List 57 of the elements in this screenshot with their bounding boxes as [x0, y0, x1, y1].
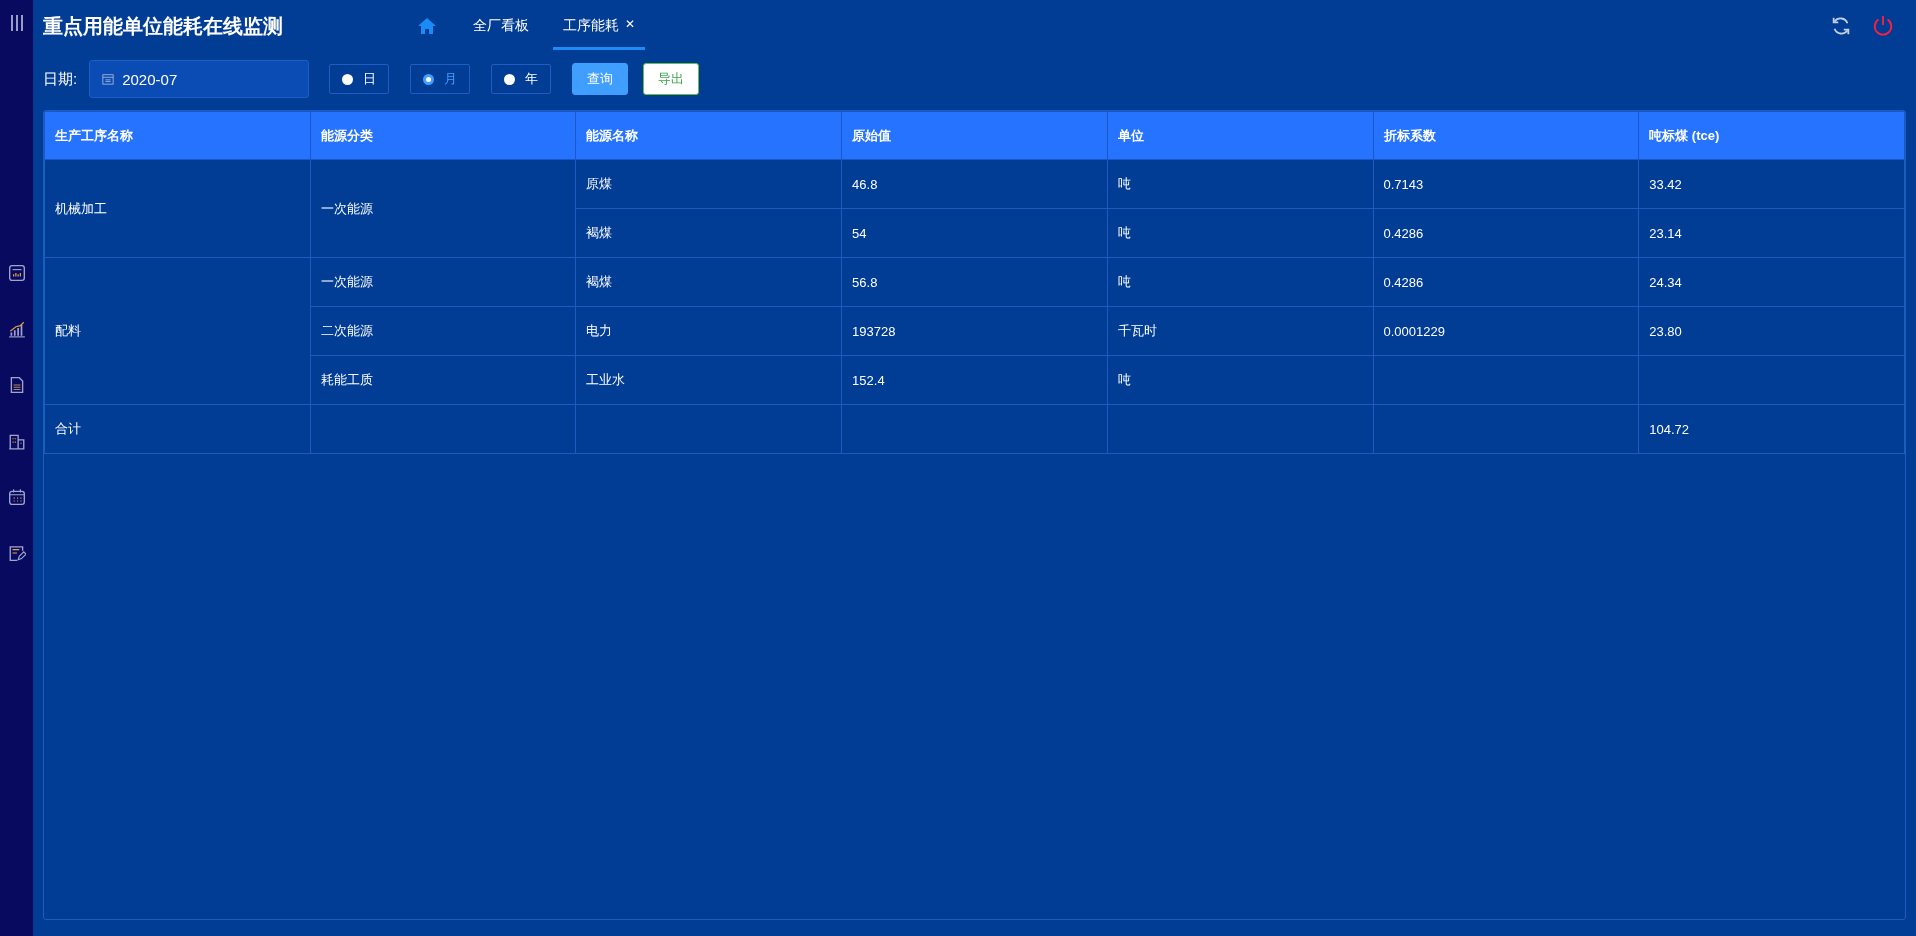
nav-tab[interactable]: 工序能耗 ✕: [553, 2, 646, 50]
table-cell: 褐煤: [575, 208, 842, 258]
date-label: 日期:: [43, 69, 78, 89]
table-cell: 褐煤: [575, 257, 842, 307]
table-cell: 二次能源: [310, 306, 576, 356]
table-cell: 0.7143: [1373, 159, 1639, 209]
table-cell: 电力: [575, 306, 842, 356]
edit-icon[interactable]: [7, 544, 26, 562]
table-cell: 33.42: [1638, 159, 1905, 209]
period-radio[interactable]: 日: [329, 64, 390, 94]
table-cell: 合计: [44, 404, 311, 454]
refresh-icon[interactable]: [1830, 15, 1852, 37]
table-cell: 24.34: [1638, 257, 1905, 307]
bar-chart-icon[interactable]: [7, 320, 26, 338]
menu-icon[interactable]: [9, 14, 24, 32]
column-header: 折标系数: [1373, 111, 1639, 160]
calendar-icon[interactable]: [7, 488, 26, 506]
column-header: 能源分类: [310, 111, 576, 160]
column-header: 单位: [1107, 111, 1373, 160]
table-cell: 工业水: [575, 355, 842, 405]
table-cell: 46.8: [841, 159, 1108, 209]
table-cell: 0.4286: [1373, 208, 1639, 258]
table-cell: 0.4286: [1373, 257, 1639, 307]
column-header: 原始值: [841, 111, 1108, 160]
table-cell: 152.4: [841, 355, 1108, 405]
table-cell: 一次能源: [310, 159, 576, 258]
table-cell: 机械加工: [44, 159, 311, 258]
close-button[interactable]: ✕: [625, 16, 636, 35]
table-cell: 吨: [1107, 159, 1373, 209]
power-icon[interactable]: [1872, 15, 1894, 37]
table-cell: 吨: [1107, 208, 1373, 258]
period-radio[interactable]: 月: [410, 64, 471, 94]
table-cell: 吨: [1107, 355, 1373, 405]
column-header: 能源名称: [575, 111, 842, 160]
table-cell: 一次能源: [310, 257, 576, 307]
table-cell: 23.80: [1638, 306, 1905, 356]
building-icon[interactable]: [7, 432, 26, 450]
date-field[interactable]: 2020-07: [89, 60, 310, 98]
table-cell: 吨: [1107, 257, 1373, 307]
period-radio[interactable]: 年: [491, 64, 552, 94]
table-cell: 193728: [841, 306, 1108, 356]
app-title: 重点用能单位能耗在线监测: [43, 13, 284, 39]
table-cell: 104.72: [1638, 404, 1905, 454]
column-header: 吨标煤 (tce): [1638, 111, 1905, 160]
table-cell: 配料: [44, 257, 311, 405]
home-icon[interactable]: [417, 17, 437, 35]
table-cell: 56.8: [841, 257, 1108, 307]
calendar-icon: [102, 73, 115, 85]
table-cell: 千瓦时: [1107, 306, 1373, 356]
table-cell: 耗能工质: [310, 355, 576, 405]
calculator-icon[interactable]: [7, 264, 26, 282]
column-header: 生产工序名称: [44, 111, 311, 160]
table-cell: 原煤: [575, 159, 842, 209]
nav-tab[interactable]: 全厂看板: [463, 2, 539, 50]
table-cell: 0.0001229: [1373, 306, 1639, 356]
table-cell: 23.14: [1638, 208, 1905, 258]
table-cell: 54: [841, 208, 1108, 258]
